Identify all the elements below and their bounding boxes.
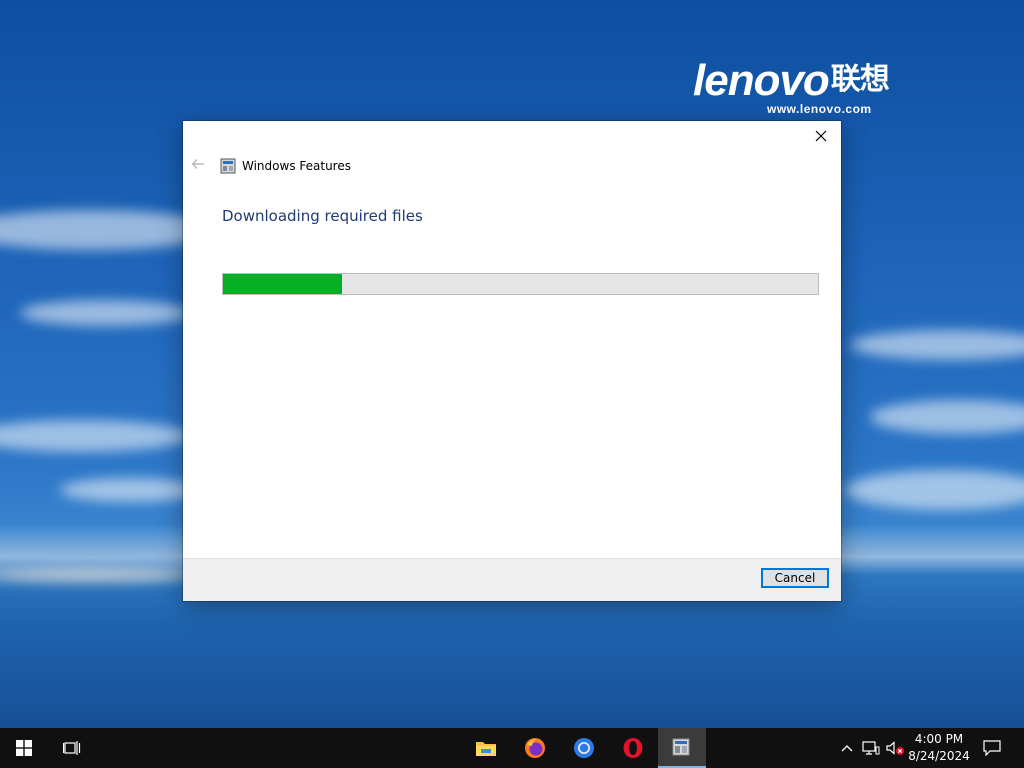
windows-features-icon (672, 738, 690, 756)
brand-logo: lenovo联想 (693, 56, 890, 105)
close-icon (815, 130, 827, 142)
action-center-icon (983, 740, 1001, 756)
start-button[interactable] (0, 728, 48, 768)
task-view-button[interactable] (48, 728, 96, 768)
progress-fill (223, 274, 342, 294)
dialog-footer: Cancel (183, 558, 841, 601)
taskbar-firefox[interactable] (511, 728, 559, 768)
chevron-up-icon (841, 745, 853, 752)
taskbar-file-explorer[interactable] (462, 728, 510, 768)
file-explorer-icon (476, 742, 496, 756)
volume-tray-button[interactable] (884, 728, 906, 768)
cloud (0, 420, 190, 452)
dialog-title-row: Windows Features (220, 158, 351, 174)
windows-features-dialog: Windows Features Downloading required fi… (183, 121, 841, 601)
clock-date: 8/24/2024 (908, 749, 970, 763)
windows-start-icon (16, 740, 32, 756)
taskbar-opera[interactable] (609, 728, 657, 768)
taskbar-chrome[interactable] (560, 728, 608, 768)
dialog-heading: Downloading required files (222, 207, 423, 225)
brand-url: www.lenovo.com (767, 102, 872, 116)
horizon-glow (0, 568, 200, 582)
windows-features-icon (220, 158, 236, 174)
cloud (845, 470, 1024, 510)
show-hidden-icons-button[interactable] (838, 728, 856, 768)
dialog-title: Windows Features (242, 159, 351, 173)
cloud (20, 300, 190, 326)
close-button[interactable] (807, 125, 835, 147)
cloud (850, 330, 1024, 360)
cloud (870, 400, 1024, 434)
taskbar-windows-features[interactable] (658, 728, 706, 768)
task-view-icon (63, 741, 81, 755)
cancel-button[interactable]: Cancel (761, 568, 829, 588)
download-progress-bar (222, 273, 819, 295)
opera-icon (623, 738, 643, 758)
firefox-icon (525, 738, 545, 758)
cloud (60, 478, 200, 502)
volume-muted-icon (886, 741, 904, 755)
chrome-icon (574, 738, 594, 758)
taskbar: 4:00 PM 8/24/2024 (0, 728, 1024, 768)
taskbar-clock[interactable]: 4:00 PM 8/24/2024 (905, 731, 973, 765)
back-arrow-icon (191, 159, 204, 169)
clock-time: 4:00 PM (914, 732, 964, 746)
network-icon (862, 741, 880, 755)
action-center-button[interactable] (978, 728, 1006, 768)
back-button[interactable] (191, 158, 209, 174)
network-tray-button[interactable] (860, 728, 882, 768)
